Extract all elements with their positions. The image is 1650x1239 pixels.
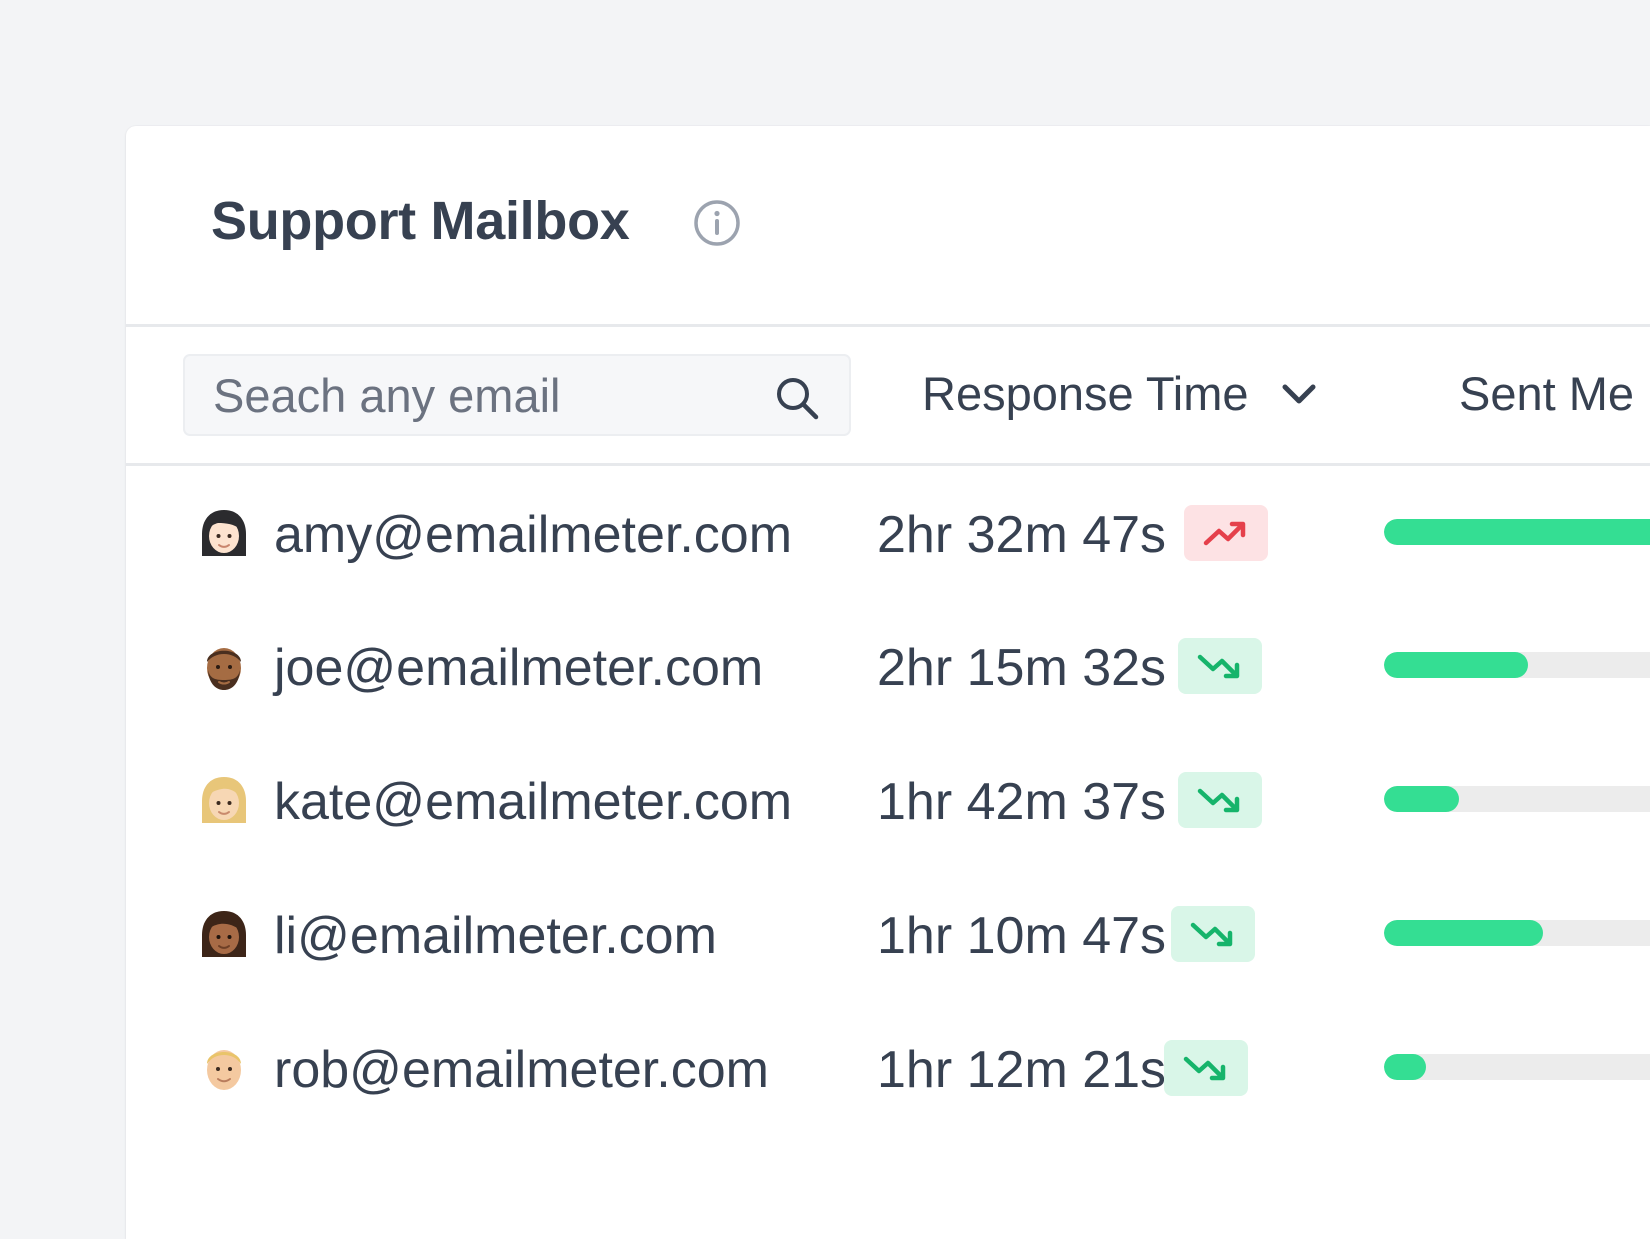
sent-messages-header-label: Sent Me xyxy=(1459,367,1635,420)
row-response-time: 1hr 42m 37s xyxy=(877,773,1167,831)
sent-messages-column-header[interactable]: Sent Me xyxy=(1459,366,1634,421)
row-response-time: 2hr 15m 32s xyxy=(877,639,1167,697)
table-row[interactable]: joe@emailmeter.com 2hr 15m 32s xyxy=(0,616,1650,716)
table-row[interactable]: amy@emailmeter.com 2hr 32m 47s xyxy=(0,483,1650,583)
trend-badge xyxy=(1164,1040,1248,1096)
info-icon[interactable] xyxy=(693,199,741,247)
trending-down-icon xyxy=(1183,1056,1226,1081)
sent-messages-bar xyxy=(1384,920,1650,946)
trend-badge xyxy=(1178,638,1262,694)
search-box[interactable] xyxy=(183,354,851,436)
sent-messages-bar xyxy=(1384,652,1650,678)
response-time-column-header[interactable]: Response Time xyxy=(922,366,1319,421)
sent-messages-bar xyxy=(1384,519,1650,545)
row-email[interactable]: amy@emailmeter.com xyxy=(274,505,792,565)
man-blond-avatar xyxy=(198,1042,250,1094)
table-row[interactable]: li@emailmeter.com 1hr 10m 47s xyxy=(0,884,1650,984)
trending-down-icon xyxy=(1190,922,1233,947)
sent-messages-bar-fill xyxy=(1384,786,1459,812)
search-icon[interactable] xyxy=(773,374,821,422)
woman-dark-hair-avatar xyxy=(198,507,250,559)
row-response-time: 2hr 32m 47s xyxy=(877,506,1167,564)
sent-messages-bar xyxy=(1384,786,1650,812)
row-email[interactable]: rob@emailmeter.com xyxy=(274,1040,769,1100)
trending-down-icon xyxy=(1197,788,1240,813)
trend-badge xyxy=(1184,505,1268,561)
page-title: Support Mailbox xyxy=(211,191,630,251)
response-time-header-label: Response Time xyxy=(922,367,1249,420)
woman-brown-avatar xyxy=(198,908,250,960)
chevron-down-icon[interactable] xyxy=(1279,374,1319,414)
sent-messages-bar-fill xyxy=(1384,920,1543,946)
row-email[interactable]: li@emailmeter.com xyxy=(274,906,717,966)
trending-down-icon xyxy=(1197,654,1240,679)
man-bearded-avatar xyxy=(198,640,250,692)
row-response-time: 1hr 10m 47s xyxy=(877,907,1167,965)
row-response-time: 1hr 12m 21s xyxy=(877,1041,1167,1099)
trend-badge xyxy=(1178,772,1262,828)
sent-messages-bar-fill xyxy=(1384,519,1650,545)
sent-messages-bar-fill xyxy=(1384,1054,1426,1080)
table-row[interactable]: rob@emailmeter.com 1hr 12m 21s xyxy=(0,1018,1650,1118)
search-input[interactable] xyxy=(213,356,753,434)
row-email[interactable]: joe@emailmeter.com xyxy=(274,638,763,698)
table-row[interactable]: kate@emailmeter.com 1hr 42m 37s xyxy=(0,750,1650,850)
row-email[interactable]: kate@emailmeter.com xyxy=(274,772,792,832)
trending-up-icon xyxy=(1203,521,1246,546)
sent-messages-bar xyxy=(1384,1054,1650,1080)
woman-blonde-avatar xyxy=(198,774,250,826)
trend-badge xyxy=(1171,906,1255,962)
sent-messages-bar-fill xyxy=(1384,652,1528,678)
